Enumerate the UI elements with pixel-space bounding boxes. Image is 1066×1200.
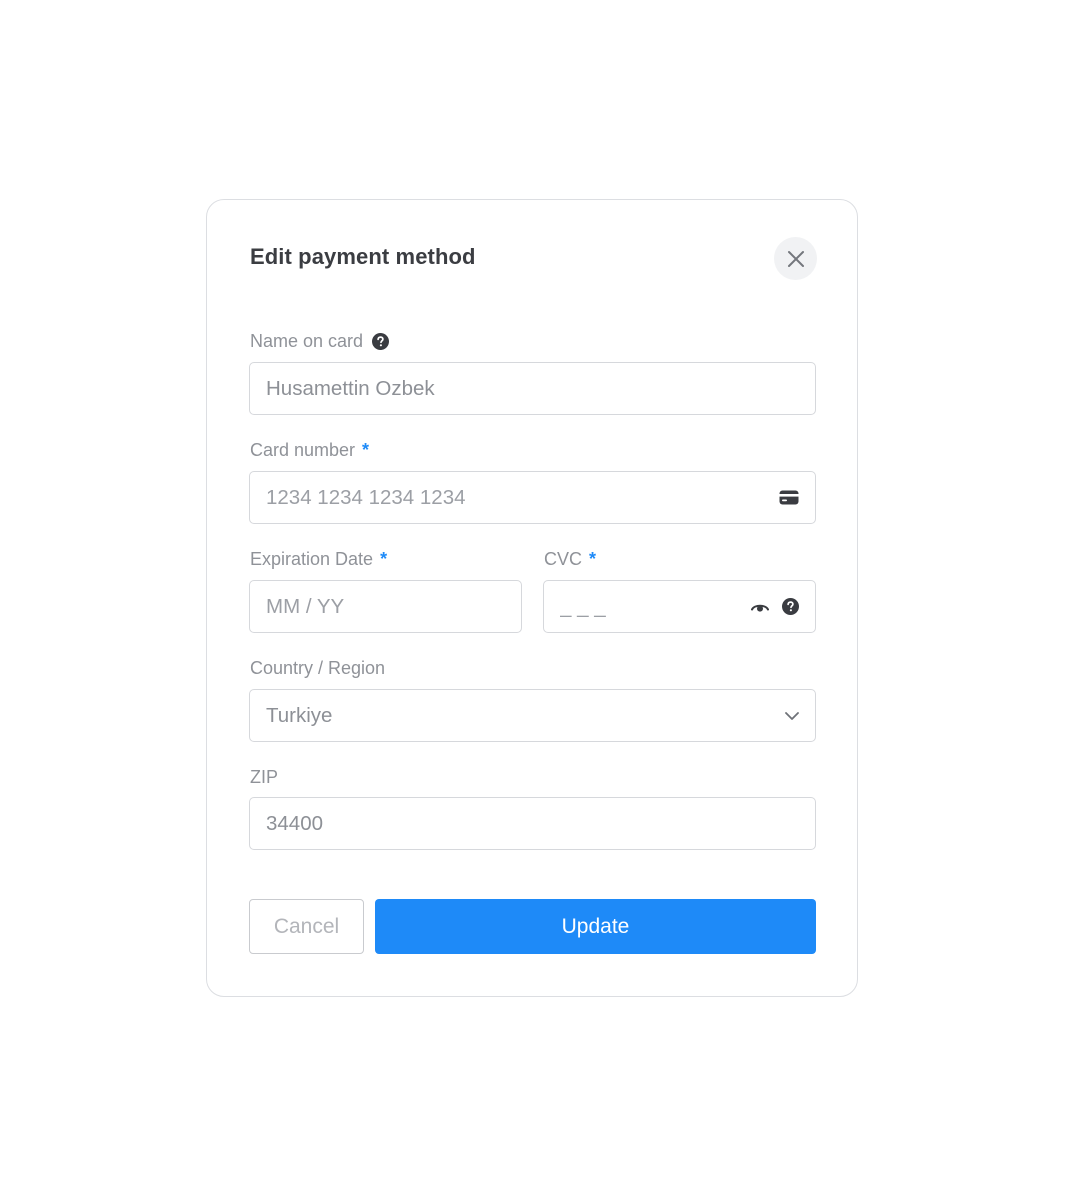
cancel-button[interactable]: Cancel [249, 899, 364, 954]
eye-icon[interactable] [751, 601, 769, 613]
card-number-input[interactable] [266, 485, 779, 510]
zip-label: ZIP [250, 767, 278, 788]
expiration-date-label: Expiration Date * [250, 549, 387, 570]
cvc-input[interactable] [560, 594, 751, 619]
credit-card-icon [779, 490, 799, 505]
country-region-label: Country / Region [250, 658, 385, 679]
question-circle-icon[interactable] [372, 333, 390, 350]
zip-field[interactable] [249, 797, 816, 850]
chevron-down-icon [785, 711, 799, 720]
close-icon [787, 250, 805, 268]
cvc-label: CVC * [544, 549, 596, 570]
card-number-label-text: Card number [250, 440, 356, 460]
dialog-title: Edit payment method [250, 244, 476, 269]
edit-payment-dialog: Edit payment method Name on card Card nu… [206, 199, 858, 997]
cvc-label-text: CVC [544, 549, 583, 569]
required-marker: * [362, 440, 370, 460]
card-number-field[interactable] [249, 471, 816, 524]
country-region-label-text: Country / Region [250, 658, 386, 678]
required-marker: * [380, 549, 388, 569]
name-on-card-label-text: Name on card [250, 331, 364, 351]
close-button[interactable] [774, 237, 817, 280]
name-on-card-input[interactable] [266, 376, 799, 401]
cvc-field[interactable] [543, 580, 816, 633]
country-region-value: Turkiye [266, 703, 333, 727]
expiration-date-input[interactable] [266, 594, 505, 619]
name-on-card-label: Name on card [250, 331, 390, 352]
zip-input[interactable] [266, 811, 799, 836]
expiration-date-field[interactable] [249, 580, 522, 633]
question-circle-icon[interactable] [782, 598, 799, 615]
update-button[interactable]: Update [375, 899, 816, 954]
required-marker: * [589, 549, 597, 569]
card-number-label: Card number * [250, 440, 369, 461]
country-region-select[interactable]: Turkiye [249, 689, 816, 742]
zip-label-text: ZIP [250, 767, 279, 787]
expiration-date-label-text: Expiration Date [250, 549, 374, 569]
name-on-card-field[interactable] [249, 362, 816, 415]
